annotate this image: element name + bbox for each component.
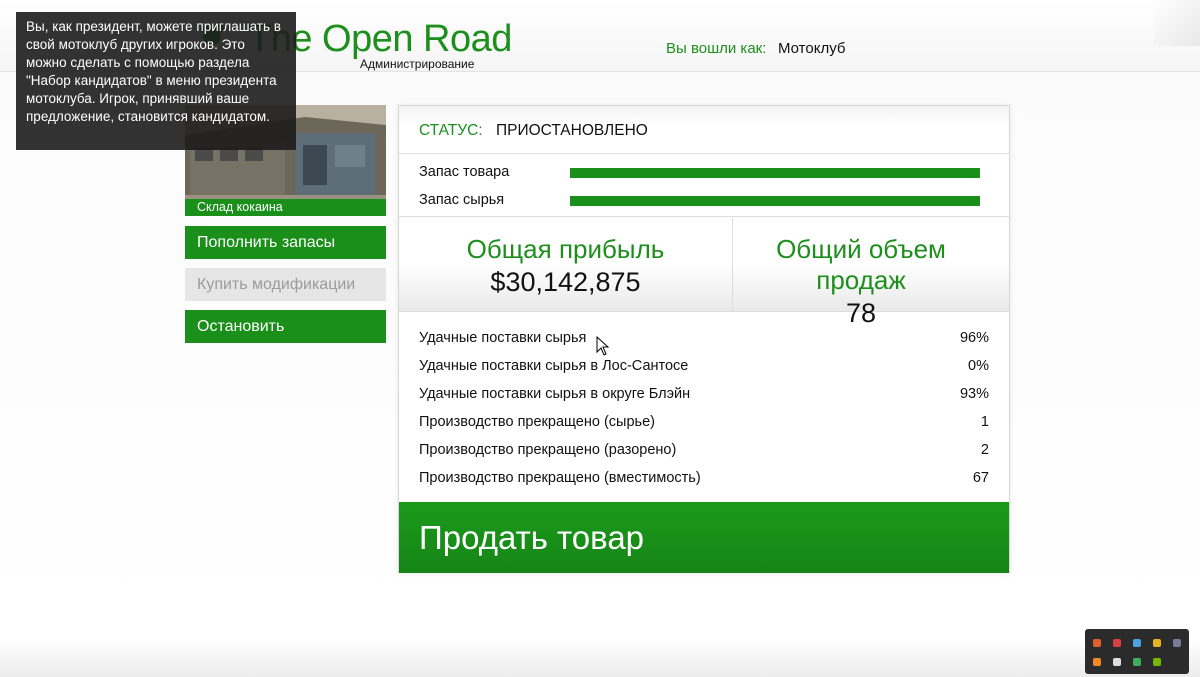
tray-app-icon[interactable] (1133, 658, 1141, 666)
stat-label: Производство прекращено (сырье) (419, 414, 655, 430)
stat-label: Производство прекращено (вместимость) (419, 470, 701, 486)
totals-block: Общая прибыль $30,142,875 Общий объем пр… (399, 218, 1009, 328)
stat-row: Удачные поставки сырья в округе Блэйн 93… (419, 386, 989, 406)
stat-value: 0% (968, 358, 989, 374)
supplies-stock-bar (570, 196, 980, 206)
mouse-cursor-icon (596, 336, 610, 356)
supplies-stock-fill (570, 196, 980, 206)
status-row: СТАТУС: ПРИОСТАНОВЛЕНО (399, 106, 1009, 154)
shutdown-button[interactable]: Остановить (185, 310, 386, 343)
stat-row: Удачные поставки сырья в Лос-Сантосе 0% (419, 358, 989, 378)
stat-label: Удачные поставки сырья в Лос-Сантосе (419, 358, 689, 374)
stat-value: 96% (959, 330, 989, 346)
site-subtitle: Администрирование (360, 57, 475, 71)
stat-value: 67 (972, 470, 989, 486)
total-earnings: Общая прибыль $30,142,875 (399, 218, 732, 311)
stat-label: Удачные поставки сырья (419, 330, 587, 346)
tray-app-icon[interactable] (1093, 658, 1101, 666)
business-name: Склад кокаина (185, 199, 386, 216)
stock-levels: Запас товара Запас сырья (399, 155, 1009, 217)
total-earnings-title: Общая прибыль (466, 234, 665, 264)
total-sales-value: 78 (845, 298, 877, 328)
stat-value: 93% (959, 386, 989, 402)
product-stock-bar (570, 168, 980, 178)
total-sales: Общий объем продаж 78 (733, 218, 989, 328)
supplies-stock-label: Запас сырья (419, 192, 505, 208)
product-stock-label: Запас товара (419, 164, 510, 180)
nvidia-icon[interactable] (1153, 658, 1161, 666)
telegram-icon[interactable] (1133, 639, 1141, 647)
tray-app-icon[interactable] (1113, 658, 1121, 666)
status-label: СТАТУС: (419, 122, 483, 139)
stat-row: Производство прекращено (разорено) 2 (419, 442, 989, 462)
total-sales-title: Общий объем продаж (776, 234, 946, 295)
buy-upgrades-button[interactable]: Купить модификации (185, 268, 386, 301)
total-earnings-value: $30,142,875 (490, 267, 641, 297)
stat-value: 2 (980, 442, 989, 458)
login-value: Мотоклуб (778, 40, 846, 57)
stat-label: Удачные поставки сырья в округе Блэйн (419, 386, 691, 402)
tray-app-icon[interactable] (1113, 639, 1121, 647)
stat-label: Производство прекращено (разорено) (419, 442, 677, 458)
system-tray (1085, 629, 1189, 674)
product-stock-fill (570, 168, 980, 178)
stat-row: Производство прекращено (вместимость) 67 (419, 470, 989, 490)
corner-shade (1154, 0, 1200, 46)
tray-app-icon[interactable] (1173, 639, 1181, 647)
login-label: Вы вошли как: (666, 40, 767, 57)
tray-app-icon[interactable] (1153, 639, 1161, 647)
stat-row: Производство прекращено (сырье) 1 (419, 414, 989, 434)
business-panel: СТАТУС: ПРИОСТАНОВЛЕНО Запас товара Запа… (398, 105, 1010, 573)
resupply-button[interactable]: Пополнить запасы (185, 226, 386, 259)
stat-row: Удачные поставки сырья 96% (419, 330, 989, 350)
help-tooltip: Вы, как президент, можете приглашать в с… (16, 12, 296, 150)
status-value: ПРИОСТАНОВЛЕНО (496, 122, 648, 139)
sell-product-button[interactable]: Продать товар (399, 502, 1009, 573)
stat-value: 1 (980, 414, 989, 430)
tray-app-icon[interactable] (1093, 639, 1101, 647)
